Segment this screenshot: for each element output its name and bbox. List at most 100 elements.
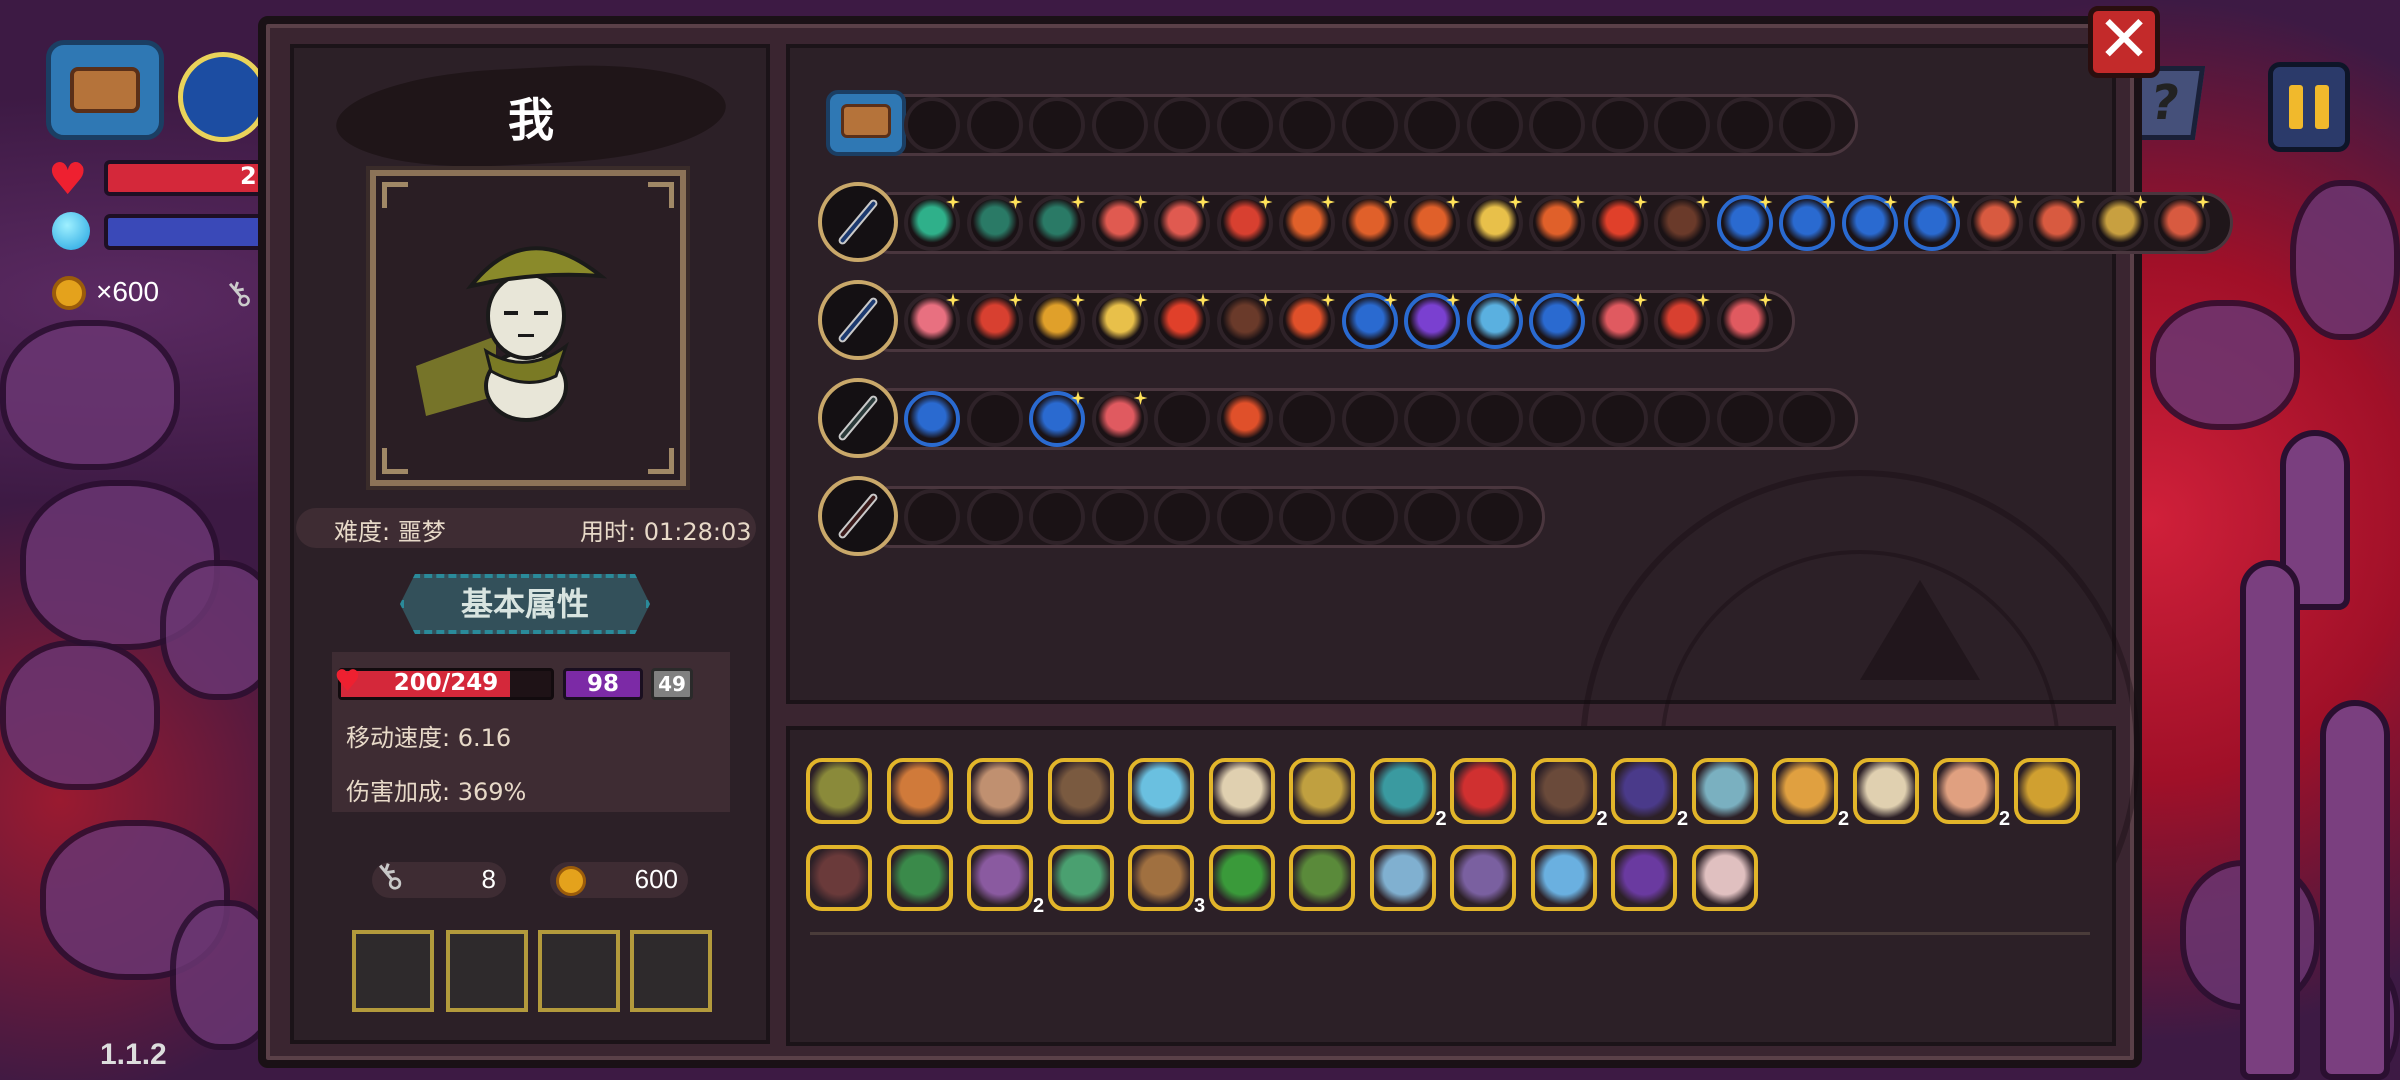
arrow-icon[interactable] — [1716, 195, 1773, 251]
compass-icon[interactable] — [1691, 758, 1758, 824]
empty-spell-slot[interactable] — [904, 489, 960, 545]
heart-rune-icon[interactable] — [2091, 195, 2148, 251]
fire-bolt-icon[interactable] — [1529, 195, 1585, 251]
empty-spell-slot[interactable] — [1341, 489, 1398, 545]
fire-bolt-icon[interactable] — [1029, 293, 1085, 349]
mushroom-hat-icon[interactable] — [806, 758, 872, 824]
arrow-icon[interactable] — [1529, 293, 1585, 349]
empty-spell-slot[interactable] — [1466, 391, 1523, 447]
green-gem-icon[interactable] — [904, 195, 960, 251]
empty-spell-slot[interactable] — [966, 97, 1023, 153]
empty-spell-slot[interactable] — [1466, 97, 1523, 153]
empty-spell-slot[interactable] — [1529, 97, 1585, 153]
empty-spell-slot[interactable] — [1404, 391, 1460, 447]
empty-spell-slot[interactable] — [1716, 97, 1773, 153]
empty-spell-slot[interactable] — [1404, 489, 1460, 545]
close-button[interactable]: ✕ — [2088, 6, 2160, 78]
green-gem-icon[interactable] — [1029, 195, 1085, 251]
empty-spell-slot[interactable] — [1654, 97, 1710, 153]
empty-spell-slot[interactable] — [1279, 391, 1335, 447]
crystal-staff-icon[interactable] — [818, 280, 898, 360]
burst-icon[interactable] — [1154, 293, 1210, 349]
dark-burst-icon[interactable] — [1654, 195, 1710, 251]
emerald-wand-icon[interactable] — [818, 182, 898, 262]
equipment-slot[interactable] — [630, 930, 712, 1012]
scroll-bundle-icon[interactable] — [886, 758, 953, 824]
equipment-slot[interactable] — [446, 930, 528, 1012]
hourglass-icon[interactable] — [1654, 293, 1710, 349]
glasses-icon[interactable] — [1208, 758, 1275, 824]
claw-icon[interactable] — [1450, 845, 1516, 911]
goblet-icon[interactable] — [2013, 758, 2080, 824]
empty-spell-slot[interactable] — [1529, 391, 1585, 447]
empty-spell-slot[interactable] — [1154, 489, 1210, 545]
key-icon[interactable] — [1128, 758, 1194, 824]
crossbolt-icon[interactable] — [1029, 391, 1085, 447]
triple-icon[interactable] — [1279, 293, 1335, 349]
crossbolt-icon[interactable] — [904, 391, 960, 447]
backpack-icon[interactable] — [46, 40, 164, 140]
goblin-icon[interactable] — [1289, 845, 1355, 911]
equipment-slot[interactable] — [538, 930, 620, 1012]
cloak-icon[interactable] — [1611, 758, 1677, 824]
dark-burst-icon[interactable] — [1216, 293, 1273, 349]
equipped-wand-icon[interactable] — [178, 52, 268, 142]
hourglass-icon[interactable] — [966, 293, 1023, 349]
wizard-hat-icon[interactable] — [1611, 845, 1677, 911]
crossbolt-icon[interactable] — [1779, 195, 1835, 251]
empty-spell-slot[interactable] — [1029, 489, 1085, 545]
spellbook-icon[interactable] — [1369, 758, 1436, 824]
empty-spell-slot[interactable] — [1091, 97, 1148, 153]
book-icon[interactable] — [1341, 293, 1398, 349]
leaf-icon[interactable] — [1047, 845, 1114, 911]
heart-rune-icon[interactable] — [1966, 195, 2023, 251]
hourglass-icon[interactable] — [1216, 195, 1273, 251]
empty-spell-slot[interactable] — [1779, 391, 1835, 447]
demon-mask-icon[interactable] — [1450, 758, 1516, 824]
heart-rune-icon[interactable] — [1591, 293, 1648, 349]
fire-bolt-icon[interactable] — [1404, 195, 1460, 251]
wings-icon[interactable] — [1852, 758, 1919, 824]
star-flower-icon[interactable] — [1530, 845, 1597, 911]
skull-icon[interactable] — [904, 293, 960, 349]
silver-scepter-icon[interactable] — [818, 378, 898, 458]
heart-rune-icon[interactable] — [1091, 391, 1148, 447]
empty-spell-slot[interactable] — [1591, 97, 1648, 153]
empty-spell-slot[interactable] — [966, 391, 1023, 447]
slime-icon[interactable] — [1369, 845, 1436, 911]
empty-spell-slot[interactable] — [1154, 97, 1210, 153]
arrow-icon[interactable] — [1841, 195, 1898, 251]
heart-rune-icon[interactable] — [2154, 195, 2210, 251]
empty-spell-slot[interactable] — [1779, 97, 1835, 153]
orb-icon[interactable] — [1466, 293, 1523, 349]
empty-spell-slot[interactable] — [1091, 489, 1148, 545]
empty-spell-slot[interactable] — [1029, 97, 1085, 153]
hourglass-icon[interactable] — [1289, 758, 1355, 824]
empty-spell-slot[interactable] — [1216, 97, 1273, 153]
horn-icon[interactable] — [1772, 758, 1838, 824]
empty-spell-slot[interactable] — [966, 489, 1023, 545]
empty-spell-slot[interactable] — [1279, 489, 1335, 545]
potion-icon[interactable] — [1091, 195, 1148, 251]
triple-icon[interactable] — [1216, 391, 1273, 447]
empty-spell-slot[interactable] — [1716, 391, 1773, 447]
feather-icon[interactable] — [1691, 845, 1758, 911]
bat-cloak-icon[interactable] — [806, 845, 872, 911]
egg-icon[interactable] — [967, 758, 1033, 824]
empty-spell-slot[interactable] — [1404, 97, 1460, 153]
green-gem-icon[interactable] — [966, 195, 1023, 251]
crystal-icon[interactable] — [1208, 845, 1275, 911]
empty-spell-slot[interactable] — [1279, 97, 1335, 153]
card-icon[interactable] — [1466, 195, 1523, 251]
fire-bolt-icon[interactable] — [1341, 195, 1398, 251]
lightning-icon[interactable] — [1404, 293, 1460, 349]
heart-rune-icon[interactable] — [2029, 195, 2085, 251]
horn-icon[interactable] — [1530, 758, 1597, 824]
rune-stone-icon[interactable] — [1047, 758, 1114, 824]
empty-spell-slot[interactable] — [1466, 489, 1523, 545]
potion-icon[interactable] — [1154, 195, 1210, 251]
heart-rune-icon[interactable] — [1716, 293, 1773, 349]
arrow-icon[interactable] — [1904, 195, 1960, 251]
bag-icon[interactable] — [826, 90, 906, 156]
pause-button[interactable] — [2268, 62, 2350, 152]
